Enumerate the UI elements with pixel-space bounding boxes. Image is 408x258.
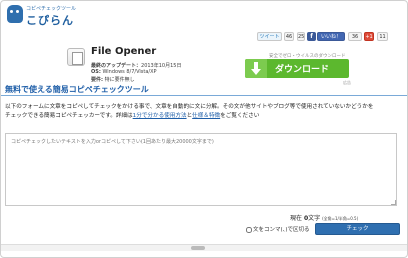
file-icon [67, 48, 85, 66]
download-button-label: ダウンロード [275, 65, 330, 75]
req-value: 特に要件無し [104, 77, 135, 83]
google-plus-count: 11 [377, 32, 388, 41]
download-button[interactable]: ダウンロード [245, 59, 349, 78]
scrollbar-thumb[interactable] [191, 246, 205, 250]
desc-text-pre: チェックできる簡易コピペチェッカーです。詳細は [5, 113, 133, 119]
facebook-share-count: 25 [297, 32, 305, 41]
comma-split-option[interactable]: 文をコンマ(、)で区切る [246, 225, 310, 233]
resize-handle[interactable] [391, 200, 396, 205]
description-line-1: 以下のフォームに文章をコピペしてチェックをかける事で、文章を自動的に文に分解。そ… [5, 104, 374, 110]
character-counter: 現在 0文字 (全角=1/半角=0.5) [290, 213, 358, 222]
horizontal-scrollbar[interactable] [1, 244, 407, 251]
comma-split-checkbox[interactable] [246, 226, 252, 233]
app-title: File Opener [91, 46, 157, 57]
like-button[interactable]: いいね！ [317, 32, 345, 41]
spec-link[interactable]: 仕様＆特徴 [192, 113, 220, 119]
desc-text-post: をご覧ください [220, 113, 260, 119]
req-label: 要件: [91, 77, 103, 83]
download-arrow-icon [245, 59, 267, 78]
section-title: 無料で使える簡易コピペチェックツール [5, 85, 149, 94]
app-requirements: 要件: 特に要件無し [91, 76, 135, 83]
app-update-date: 最終のアップデート：2013年10月15日 [91, 62, 181, 69]
facebook-icon[interactable]: f [307, 32, 316, 41]
like-count: 36 [348, 32, 362, 41]
site-logo[interactable]: コピペチェックツール こぴらん [7, 4, 76, 27]
check-button[interactable]: チェック [315, 223, 400, 235]
text-input[interactable] [5, 133, 397, 206]
tweet-count: 46 [284, 32, 294, 41]
section-divider [1, 95, 407, 96]
google-plus-button[interactable]: +1 [364, 32, 374, 41]
logo-subtitle: コピペチェックツール [26, 6, 77, 12]
os-label: OS: [91, 69, 101, 75]
counter-prefix: 現在 [290, 215, 303, 222]
counter-suffix: 文字 [308, 215, 321, 222]
counter-detail: (全角=1/半角=0.5) [322, 216, 359, 221]
page-frame: コピペチェックツール こぴらん ツイート 46 25 f いいね！ 36 +1 … [0, 0, 408, 258]
mascot-icon [7, 5, 23, 23]
os-value: Windows 8/7/Vista/XP [102, 69, 157, 75]
logo-name: こぴらん [26, 14, 74, 27]
description-line-2: チェックできる簡易コピペチェッカーです。詳細は1分で分かる使用方法と仕様＆特徴を… [5, 111, 259, 119]
app-os: OS: Windows 8/7/Vista/XP [91, 69, 157, 75]
usage-link[interactable]: 1分で分かる使用方法 [133, 113, 187, 119]
ad-marker: 広告 [343, 80, 351, 85]
comma-split-label: 文をコンマ(、)で区切る [253, 227, 310, 233]
tweet-button[interactable]: ツイート [257, 32, 282, 41]
